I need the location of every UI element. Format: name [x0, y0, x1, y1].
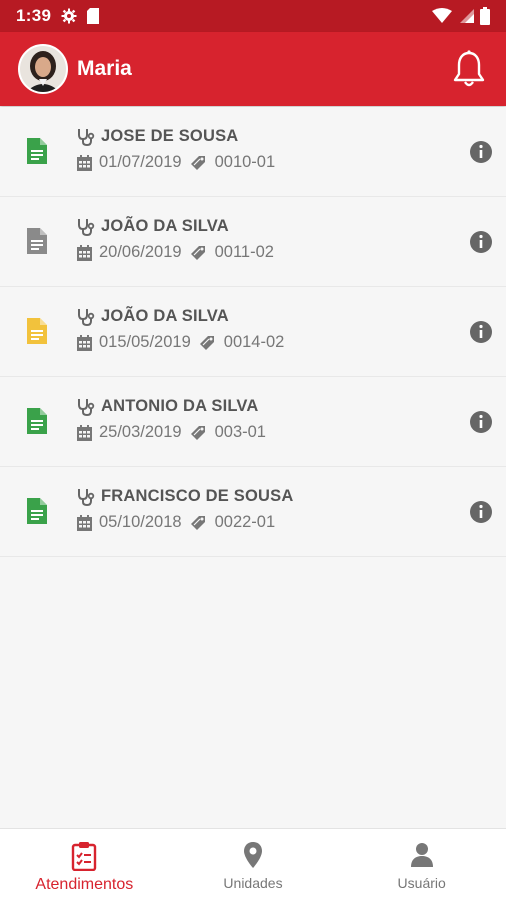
patient-name: FRANCISCO DE SOUSA [101, 487, 294, 505]
person-icon [410, 843, 433, 867]
battery-icon [480, 7, 490, 25]
nav-item-usuario[interactable]: Usuário [337, 829, 506, 900]
sd-card-icon [87, 8, 100, 24]
user-name: Maria [77, 57, 132, 80]
stethoscope-icon [78, 128, 95, 146]
settings-gear-icon [61, 8, 77, 24]
document-icon [27, 228, 47, 254]
patient-name: JOSE DE SOUSA [101, 127, 239, 145]
item-date: 20/06/2019 [99, 243, 182, 261]
item-title-row: FRANCISCO DE SOUSA [77, 487, 293, 506]
info-icon[interactable] [469, 320, 493, 344]
calendar-icon [77, 334, 92, 351]
item-code: 0014-02 [223, 333, 285, 351]
info-icon[interactable] [469, 410, 493, 434]
stethoscope-icon [78, 218, 95, 236]
item-title-row: JOÃO DA SILVA [77, 307, 229, 326]
tag-icon [190, 245, 205, 260]
signal-icon [460, 9, 474, 23]
item-date: 015/05/2019 [99, 333, 191, 351]
nav-item-unidades[interactable]: Unidades [169, 829, 338, 900]
location-pin-icon [244, 842, 262, 868]
item-code: 003-01 [214, 423, 266, 441]
item-meta-row: 25/03/2019 003-01 [77, 423, 266, 442]
item-title-row: JOSE DE SOUSA [77, 127, 238, 146]
item-date: 05/10/2018 [99, 513, 182, 531]
tag-icon [190, 425, 205, 440]
calendar-icon [77, 424, 92, 441]
item-meta-row: 05/10/2018 0022-01 [77, 513, 275, 532]
screen: 1:39 Maria JOSE DE SOUSA 01/07/2019 0010… [0, 0, 506, 900]
document-icon [27, 138, 47, 164]
tag-icon [190, 155, 205, 170]
item-meta-row: 20/06/2019 0011-02 [77, 243, 274, 262]
list-item[interactable]: ANTONIO DA SILVA 25/03/2019 003-01 [0, 377, 506, 467]
patient-name: JOÃO DA SILVA [101, 217, 229, 235]
list-item[interactable]: JOÃO DA SILVA 20/06/2019 0011-02 [0, 197, 506, 287]
item-code: 0011-02 [214, 243, 274, 261]
appointments-list: JOSE DE SOUSA 01/07/2019 0010-01 JOÃO DA… [0, 107, 506, 557]
info-icon[interactable] [469, 500, 493, 524]
list-item[interactable]: JOSE DE SOUSA 01/07/2019 0010-01 [0, 107, 506, 197]
info-icon[interactable] [469, 140, 493, 164]
item-date: 01/07/2019 [99, 153, 182, 171]
item-meta-row: 015/05/2019 0014-02 [77, 333, 284, 352]
status-time: 1:39 [16, 6, 52, 25]
document-icon [27, 408, 47, 434]
calendar-icon [77, 154, 92, 171]
avatar[interactable] [18, 44, 68, 94]
nav-label-unidades: Unidades [223, 875, 283, 891]
status-bar: 1:39 [0, 0, 506, 32]
calendar-icon [77, 244, 92, 261]
wifi-icon [432, 8, 452, 23]
stethoscope-icon [78, 308, 95, 326]
tag-icon [199, 335, 214, 350]
item-date: 25/03/2019 [99, 423, 182, 441]
list-item[interactable]: FRANCISCO DE SOUSA 05/10/2018 0022-01 [0, 467, 506, 557]
info-icon[interactable] [469, 230, 493, 254]
user-photo-icon [20, 46, 66, 92]
item-title-row: JOÃO DA SILVA [77, 217, 229, 236]
calendar-icon [77, 514, 92, 531]
patient-name: ANTONIO DA SILVA [101, 397, 259, 415]
tag-icon [190, 515, 205, 530]
item-code: 0022-01 [214, 513, 276, 531]
item-title-row: ANTONIO DA SILVA [77, 397, 259, 416]
bottom-navigation: Atendimentos Unidades Usuário [0, 828, 506, 900]
document-icon [27, 318, 47, 344]
item-code: 0010-01 [214, 153, 276, 171]
stethoscope-icon [78, 488, 95, 506]
nav-label-usuario: Usuário [397, 875, 446, 891]
list-item[interactable]: JOÃO DA SILVA 015/05/2019 0014-02 [0, 287, 506, 377]
document-icon [27, 498, 47, 524]
nav-label-atendimentos: Atendimentos [35, 876, 134, 893]
nav-item-atendimentos[interactable]: Atendimentos [0, 829, 169, 900]
clipboard-icon [72, 842, 97, 871]
notification-bell-icon[interactable] [452, 49, 486, 89]
app-bar: Maria [0, 32, 506, 106]
patient-name: JOÃO DA SILVA [101, 307, 229, 325]
stethoscope-icon [78, 398, 95, 416]
item-meta-row: 01/07/2019 0010-01 [77, 153, 275, 172]
